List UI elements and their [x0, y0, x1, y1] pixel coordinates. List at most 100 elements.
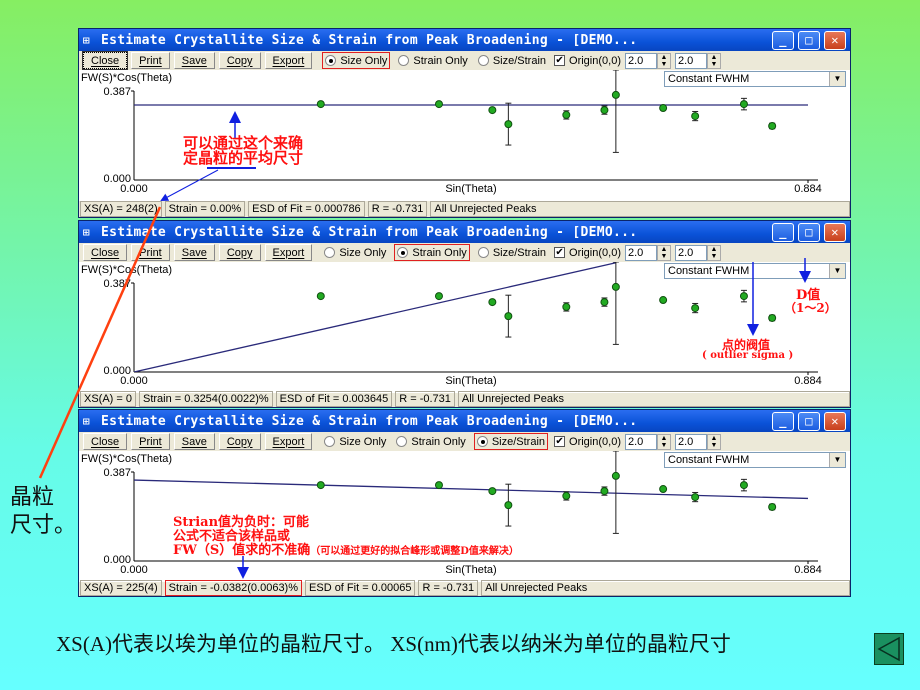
title-bar[interactable]: ⊞ Estimate Crystallite Size & Strain from…: [79, 29, 850, 51]
radio-size-only[interactable]: Size Only: [322, 52, 391, 69]
save-button[interactable]: Save: [173, 433, 215, 450]
close-window-button[interactable]: ✕: [824, 222, 846, 242]
spinner-arrows-icon[interactable]: ▲ ▼: [706, 52, 721, 69]
minimize-button[interactable]: _: [772, 411, 794, 431]
radio-label: Size Only: [339, 246, 387, 259]
status-bar: XS(A) = 225(4) Strain = -0.0382(0.0063)% E…: [79, 580, 850, 596]
strain-note: Strian值为负时：可能 公式不适合该样品或 FW（S）值求的不准确（可以通过…: [173, 516, 519, 559]
spinner-arrows-icon[interactable]: ▲ ▼: [706, 433, 721, 450]
radio-size-strain[interactable]: Size/Strain: [473, 433, 549, 450]
radio-size-strain[interactable]: Size/Strain: [476, 52, 548, 69]
spinner-value[interactable]: 2.0: [674, 52, 707, 69]
d-value-range: （1～2）: [784, 301, 837, 315]
size-note: 可以通过这个来确 定晶粒的平均尺寸: [183, 136, 303, 166]
toolbar: Close Print Save Copy Export Size Only Strain …: [79, 432, 850, 451]
side-label-line: 晶粒: [10, 485, 55, 510]
data-point: [316, 292, 325, 301]
title-bar[interactable]: ⊞ Estimate Crystallite Size & Strain from…: [79, 221, 850, 243]
outlier-sigma-spinner[interactable]: 2.0 ▲ ▼: [624, 244, 671, 261]
close-button[interactable]: Close: [83, 433, 128, 450]
note-line: FW（S）值求的不准确: [173, 543, 311, 558]
plot-area: FW(S)*Cos(Theta) Constant FWHM ▼ 0.387 0.0…: [79, 262, 850, 393]
maximize-button[interactable]: □: [798, 222, 820, 242]
data-point: [659, 296, 668, 305]
toolbar: Close Print Save Copy Export Size Only Strain …: [79, 243, 850, 262]
radio-size-only[interactable]: Size Only: [322, 433, 388, 450]
radio-strain-only[interactable]: Strain Only: [394, 433, 467, 450]
copy-button[interactable]: Copy: [218, 244, 261, 261]
size-strain-window: ⊞ Estimate Crystallite Size & Strain from…: [78, 409, 851, 597]
window-title: Estimate Crystallite Size & Strain from …: [101, 32, 638, 48]
data-point: [768, 121, 777, 130]
data-point: [739, 481, 748, 490]
d-value-spinner[interactable]: 2.0 ▲ ▼: [674, 52, 721, 69]
radio-size-strain[interactable]: Size/Strain: [476, 244, 548, 261]
note-line: 定晶粒的平均尺寸: [183, 149, 304, 167]
radio-circle: [397, 247, 409, 258]
data-point: [600, 298, 609, 307]
origin-checkbox[interactable]: ✔ Origin(0,0): [554, 436, 621, 448]
outlier-sigma-spinner[interactable]: 2.0 ▲ ▼: [624, 433, 671, 450]
data-point: [600, 487, 609, 496]
minimize-button[interactable]: _: [772, 30, 794, 50]
origin-checkbox[interactable]: ✔ Origin(0,0): [554, 55, 621, 67]
close-button[interactable]: Close: [83, 244, 128, 261]
window-title: Estimate Crystallite Size & Strain from …: [101, 224, 638, 240]
status-field: R = -0.731: [367, 201, 428, 217]
data-point: [562, 110, 571, 119]
spinner-arrows-icon[interactable]: ▲ ▼: [656, 433, 671, 450]
data-point: [739, 100, 748, 109]
d-value-spinner[interactable]: 2.0 ▲ ▼: [674, 433, 721, 450]
status-field: ESD of Fit = 0.00065: [305, 580, 416, 596]
radio-circle: [477, 247, 489, 258]
radio-size-only[interactable]: Size Only: [322, 244, 388, 261]
copy-button[interactable]: Copy: [218, 433, 261, 450]
spinner-value[interactable]: 2.0: [674, 433, 707, 450]
note-small: （可以通过更好的拟合峰形或调整D值来解决）: [310, 546, 519, 557]
maximize-button[interactable]: □: [798, 30, 820, 50]
print-button[interactable]: Print: [131, 433, 170, 450]
outlier-sigma-spinner[interactable]: 2.0 ▲ ▼: [624, 52, 671, 69]
title-bar[interactable]: ⊞ Estimate Crystallite Size & Strain from…: [79, 410, 850, 432]
slide-caption: XS(A)代表以埃为单位的晶粒尺寸。 XS(nm)代表以纳米为单位的晶粒尺寸: [56, 632, 731, 656]
spinner-value[interactable]: 2.0: [674, 244, 707, 261]
export-button[interactable]: Export: [264, 52, 313, 69]
back-triangle-icon: [877, 636, 900, 662]
spinner-arrows-icon[interactable]: ▲ ▼: [656, 244, 671, 261]
toolbar: Close Print Save Copy Export Size Only Strain …: [79, 51, 850, 70]
data-point: [659, 104, 668, 113]
maximize-button[interactable]: □: [798, 411, 820, 431]
close-window-button[interactable]: ✕: [824, 411, 846, 431]
back-button[interactable]: [874, 633, 904, 665]
data-point: [691, 112, 700, 121]
save-button[interactable]: Save: [173, 52, 215, 69]
spinner-arrows-icon[interactable]: ▲ ▼: [656, 52, 671, 69]
close-window-button[interactable]: ✕: [824, 30, 846, 50]
radio-strain-only[interactable]: Strain Only: [394, 244, 470, 261]
copy-button[interactable]: Copy: [218, 52, 261, 69]
save-button[interactable]: Save: [173, 244, 215, 261]
radio-strain-only[interactable]: Strain Only: [396, 52, 469, 69]
close-button[interactable]: Close: [81, 51, 129, 70]
spinner-arrows-icon[interactable]: ▲ ▼: [706, 244, 721, 261]
note-line: 公式不适合该样品或: [173, 529, 291, 544]
print-button[interactable]: Print: [131, 52, 170, 69]
radio-circle: [324, 247, 336, 258]
spinner-value[interactable]: 2.0: [624, 52, 657, 69]
d-value-spinner[interactable]: 2.0 ▲ ▼: [674, 244, 721, 261]
x-tick-label: 0.884: [794, 183, 822, 195]
status-field: All Unrejected Peaks: [430, 201, 850, 217]
status-field: Strain = -0.0382(0.0063)%: [164, 580, 303, 596]
size-strain-window: ⊞ Estimate Crystallite Size & Strain from…: [78, 28, 851, 218]
print-button[interactable]: Print: [131, 244, 170, 261]
minimize-button[interactable]: _: [772, 222, 794, 242]
origin-checkbox[interactable]: ✔ Origin(0,0): [554, 247, 621, 259]
y-tick-label: 0.387: [103, 467, 131, 479]
data-point: [488, 487, 497, 496]
export-button[interactable]: Export: [264, 244, 313, 261]
checkmark-icon: ✔: [554, 247, 566, 258]
spinner-value[interactable]: 2.0: [624, 244, 657, 261]
spinner-value[interactable]: 2.0: [624, 433, 657, 450]
radio-label: Strain Only: [413, 54, 468, 67]
export-button[interactable]: Export: [264, 433, 313, 450]
